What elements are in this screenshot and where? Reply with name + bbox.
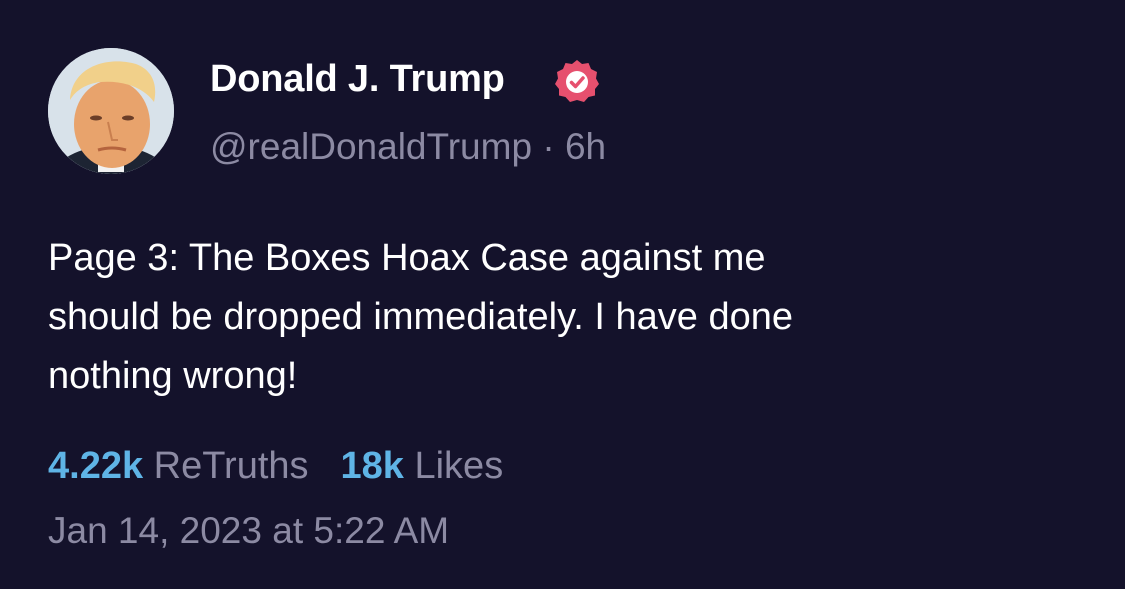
author-name[interactable]: Donald J. Trump	[210, 58, 505, 101]
author-handle[interactable]: @realDonaldTrump	[210, 126, 532, 167]
post-card: Donald J. Trump @realDonaldTrump · 6h Pa…	[0, 0, 1125, 589]
relative-time[interactable]: 6h	[565, 126, 606, 167]
likes-label: Likes	[414, 445, 504, 487]
post-timestamp: Jan 14, 2023 at 5:22 AM	[48, 510, 450, 551]
likes-count: 18k	[340, 445, 404, 487]
handle-row: @realDonaldTrump · 6h	[210, 126, 606, 168]
avatar-portrait-icon	[48, 48, 174, 174]
verified-badge-icon	[553, 58, 601, 106]
handle-separator: ·	[532, 126, 565, 167]
avatar[interactable]	[48, 48, 174, 174]
retruths-count: 4.22k	[48, 445, 144, 487]
retruths-label: ReTruths	[153, 445, 309, 487]
likes-stat[interactable]: 18k Likes	[341, 445, 504, 487]
retruths-stat[interactable]: 4.22k ReTruths	[48, 445, 309, 487]
post-text: Page 3: The Boxes Hoax Case against me s…	[48, 237, 794, 397]
post-stats: 4.22k ReTruths 18k Likes	[48, 445, 503, 488]
